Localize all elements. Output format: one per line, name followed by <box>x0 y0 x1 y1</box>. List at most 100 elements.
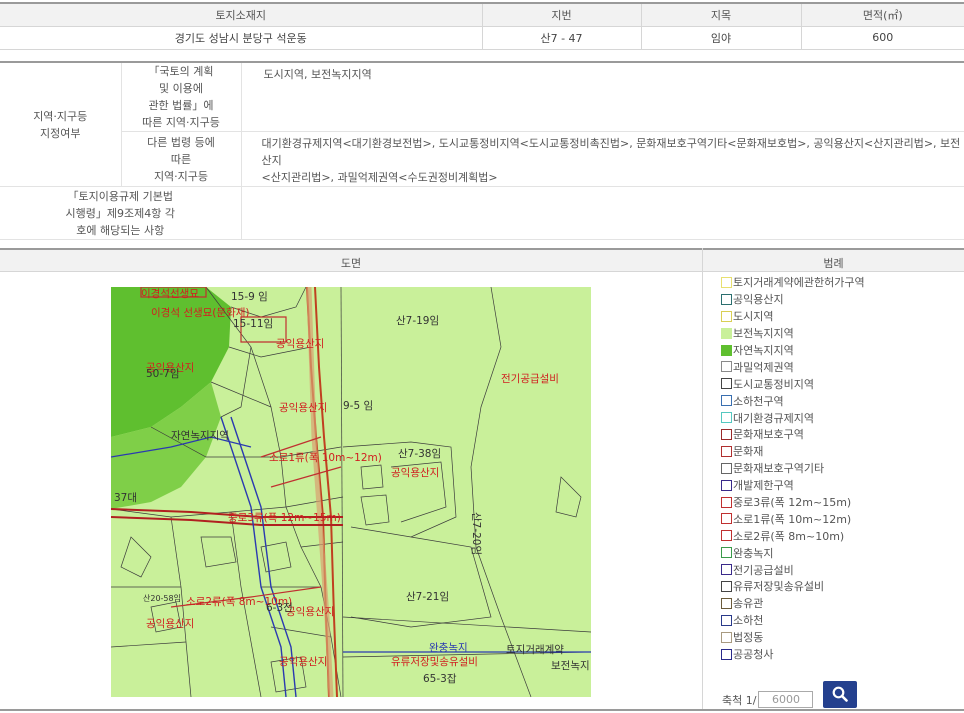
map-label: 산7-19임 <box>396 314 439 327</box>
legend-swatch <box>721 395 732 407</box>
location-value: 경기도 성남시 분당구 석운동 <box>0 26 482 50</box>
other-law-label-line: 따른 <box>170 152 192 166</box>
legend-label: 대기환경규제지역 <box>733 411 814 425</box>
legend-swatch <box>721 597 732 609</box>
map-label: 15-9 임 <box>231 290 268 303</box>
legend-item: 공공청사 <box>721 646 865 663</box>
legend-item: 송유관 <box>721 595 865 612</box>
legend-item: 소로1류(폭 10m~12m) <box>721 510 865 527</box>
legend-item: 토지거래계약에관한허가구역 <box>721 274 865 291</box>
map-label: 중로3류(폭 12m~15m) <box>228 512 341 524</box>
map-drawing: 이경석선생묘 15-9 임 이경석 선생묘(문화재) 15-11임 산7-19임… <box>111 287 591 697</box>
zoning-main-label: 지역·지구등 지정여부 <box>0 62 121 187</box>
legend-label: 법정동 <box>733 631 764 645</box>
section-divider <box>702 248 703 710</box>
legend-item: 소하천 <box>721 612 865 629</box>
legend-item: 문화재보호구역 <box>721 426 865 443</box>
other-law-value: 대기환경규제지역<대기환경보전법>, 도시교통정비지역<도시교통정비촉진법>, … <box>240 131 964 187</box>
legend-label: 소로2류(폭 8m~10m) <box>733 529 845 543</box>
map-label: 소로1류(폭 10m~12m) <box>269 452 382 464</box>
legend-label: 유류저장및송유설비 <box>733 580 825 594</box>
legend-label: 개발제한구역 <box>733 479 794 493</box>
legend-item: 문화재보호구역기타 <box>721 460 865 477</box>
legend-swatch <box>721 361 732 373</box>
enforcement-label-line: 시행령」제9조제4항 각 <box>65 206 175 220</box>
header-lot-number: 지번 <box>481 3 641 27</box>
map-label: 산7-21임 <box>406 590 449 603</box>
enforcement-label-line: 호에 해당되는 사항 <box>76 223 165 237</box>
legend-label: 토지거래계약에관한허가구역 <box>733 276 865 290</box>
map-label: 공익용산지 <box>279 656 327 668</box>
legend-swatch <box>721 479 732 491</box>
national-law-label-line: 및 이용에 <box>159 82 203 95</box>
legend-swatch <box>721 564 732 576</box>
legend-swatch <box>721 462 732 474</box>
other-law-label: 다른 법령 등에 따른 지역·지구등 <box>120 131 241 187</box>
legend-item: 과밀억제권역 <box>721 358 865 375</box>
legend-label: 중로3류(폭 12m~15m) <box>733 496 852 510</box>
legend-item: 개발제한구역 <box>721 477 865 494</box>
legend-swatch <box>721 614 732 626</box>
legend-label: 소로1류(폭 10m~12m) <box>733 512 852 526</box>
map-label: 공익용산지 <box>276 338 324 350</box>
map-label: 9-5 임 <box>343 399 373 412</box>
map-label: 토지거래계약 <box>506 644 564 656</box>
legend-swatch <box>721 310 732 322</box>
legend-swatch <box>721 648 732 660</box>
legend-label: 공익용산지 <box>733 293 784 307</box>
map-label: 6-3전 <box>266 602 293 614</box>
other-law-value-line-2: <산지관리법>, 과밀억제권역<수도권정비계획법> <box>261 171 498 184</box>
legend-label: 문화재보호구역 <box>733 428 804 442</box>
map-label: 공익용산지 <box>146 618 194 630</box>
legend-item: 문화재 <box>721 443 865 460</box>
land-use-map[interactable]: 이경석선생묘 15-9 임 이경석 선생묘(문화재) 15-11임 산7-19임… <box>111 287 591 697</box>
legend-label: 보전녹지지역 <box>733 327 794 341</box>
map-label: 37대 <box>114 492 137 504</box>
map-label: 보전녹지 <box>551 660 590 672</box>
map-label: 50-7임 <box>146 367 180 380</box>
legend-swatch <box>721 276 732 288</box>
map-label: 유류저장및송유설비 <box>391 656 478 668</box>
legend-swatch <box>721 513 732 525</box>
legend-swatch <box>721 344 732 356</box>
bottom-border <box>0 709 964 711</box>
land-info-table: 토지소재지 지번 지목 면적(㎡) 경기도 성남시 분당구 석운동 산7 - 4… <box>0 2 964 50</box>
land-category-value: 임야 <box>640 26 801 50</box>
other-law-value-line-1: 대기환경규제지역<대기환경보전법>, 도시교통정비지역<도시교통정비촉진법>, … <box>261 137 961 167</box>
map-header-title: 도면 <box>340 257 362 270</box>
map-section-header: 도면 범례 <box>0 248 964 272</box>
search-icon <box>832 686 848 702</box>
enforcement-value <box>240 186 964 240</box>
legend-label: 송유관 <box>733 597 764 611</box>
legend-swatch <box>721 378 732 390</box>
map-label: 완충녹지 <box>429 641 468 654</box>
map-label: 자연녹지지역 <box>171 430 229 442</box>
legend-swatch <box>721 445 732 457</box>
legend-label: 완충녹지 <box>733 546 774 560</box>
legend-swatch <box>721 496 732 508</box>
land-info-row: 경기도 성남시 분당구 석운동 산7 - 47 임야 600 <box>0 26 964 50</box>
lot-number-value: 산7 - 47 <box>481 26 641 50</box>
search-button[interactable] <box>823 681 857 708</box>
map-label: 15-11임 <box>233 317 273 330</box>
legend-item: 법정동 <box>721 629 865 646</box>
legend-label: 자연녹지지역 <box>733 344 794 357</box>
national-law-label-line: 관한 법률」에 <box>148 99 214 112</box>
land-info-header-row: 토지소재지 지번 지목 면적(㎡) <box>0 3 964 27</box>
map-label: 산7-38임 <box>398 447 441 460</box>
area-value: 600 <box>800 26 964 50</box>
legend-header-title: 범례 <box>823 257 844 270</box>
legend-item: 도시교통정비지역 <box>721 375 865 392</box>
map-label: 65-3잡 <box>423 673 457 685</box>
zoning-main-label-1: 지역·지구등 <box>33 109 88 123</box>
map-label: 산20-58임 <box>143 593 181 603</box>
legend-label: 소하천 <box>733 614 764 628</box>
zoning-table: 지역·지구등 지정여부 「국토의 계획 및 이용에 관한 법률」에 따른 지역·… <box>0 61 964 240</box>
legend-swatch <box>721 580 732 592</box>
map-label: 전기공급설비 <box>501 373 559 385</box>
header-land-category: 지목 <box>640 3 801 27</box>
legend-item: 완충녹지 <box>721 544 865 561</box>
legend-item: 중로3류(폭 12m~15m) <box>721 494 865 511</box>
scale-input[interactable] <box>758 691 814 708</box>
header-area: 면적(㎡) <box>800 3 964 27</box>
